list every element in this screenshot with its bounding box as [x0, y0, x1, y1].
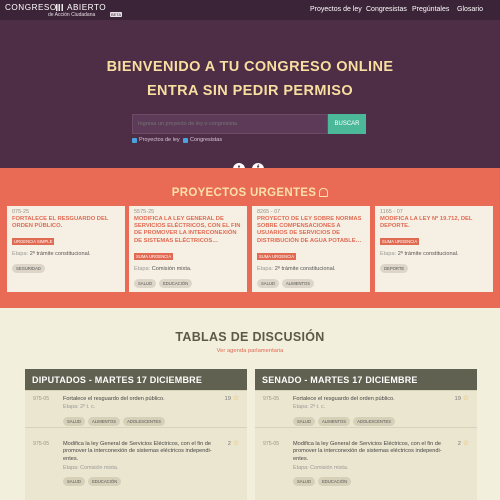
- row-count: 2: [227, 441, 231, 447]
- card-code: 8265 - 07: [257, 209, 281, 215]
- table-row[interactable]: 975-05 Modifica la ley General de Servic…: [255, 427, 477, 500]
- card-stage: Etapa: 2º trámite constitucional.: [380, 251, 459, 258]
- tag[interactable]: SEGURIDAD: [12, 264, 45, 274]
- tag[interactable]: EDUCACIÓN: [87, 477, 122, 486]
- card-title[interactable]: MODIFICA LA LEY GENERAL DE SERVICIOS ELÉ…: [134, 216, 242, 245]
- urgency-badge: SUMA URGENCIA: [257, 252, 297, 260]
- star-icon[interactable]: ☆: [463, 439, 469, 447]
- checkbox-label: Congresistas: [190, 137, 223, 143]
- tag[interactable]: SALUD: [134, 278, 156, 288]
- top-navbar: CONGRESO ABIERTO de Acción Ciudadana BET…: [0, 0, 500, 20]
- table-row[interactable]: 975-05 Fortalece el resguardo del orden …: [25, 390, 247, 427]
- nav-item-glosario[interactable]: Glosario: [457, 6, 483, 13]
- nav-item-congresistas[interactable]: Congresistas: [366, 6, 407, 13]
- card-code: 075-25: [12, 209, 30, 215]
- card-title[interactable]: PROYECTO DE LEY SOBRE NORMAS SOBRE COMPE…: [257, 216, 365, 245]
- urgent-heading: PROYECTOS URGENTES: [0, 187, 500, 199]
- row-title[interactable]: Modifica la ley General de Servicios Elé…: [63, 441, 223, 463]
- row-code: 975-05: [33, 441, 50, 447]
- urgent-title: PROYECTOS URGENTES: [171, 187, 317, 199]
- panel-senado: SENADO - MARTES 17 DICIEMBRE 975-05 Fort…: [255, 369, 477, 500]
- logo-word-congreso: CONGRESO: [5, 3, 57, 12]
- tag[interactable]: EDUCACIÓN: [317, 477, 352, 486]
- tag[interactable]: SALUD: [63, 477, 85, 486]
- card-code: 1165 - 07: [380, 209, 403, 215]
- agenda-link[interactable]: Ver agenda parlamentaria: [0, 348, 500, 354]
- row-stage: Etapa: 2º t. c.: [293, 404, 326, 410]
- tag[interactable]: SALUD: [293, 417, 315, 426]
- hero-title-2: ENTRA SIN PEDIR PERMISO: [146, 83, 354, 99]
- search-button[interactable]: BUSCAR: [328, 114, 366, 134]
- star-icon[interactable]: ☆: [233, 439, 239, 447]
- row-code: 975-05: [263, 396, 280, 402]
- row-code: 975-05: [33, 396, 50, 402]
- row-code: 975-05: [263, 441, 280, 447]
- tag[interactable]: ADOLESCENTES: [123, 417, 166, 426]
- row-title[interactable]: Fortalece el resguardo del orden público…: [293, 396, 453, 403]
- card-stage: Etapa: 2º trámite constitucional.: [257, 265, 336, 272]
- urgency-badge: SUMA URGENCIA: [134, 252, 174, 260]
- card-stage: Etapa: Comisión mixta.: [134, 265, 192, 272]
- tables-title: TABLAS DE DISCUSIÓN: [175, 330, 325, 344]
- row-stage: Etapa: Comisión mixta.: [63, 465, 119, 471]
- checkbox-checked-icon: [132, 137, 137, 143]
- tag[interactable]: ALIMENTOS: [281, 278, 315, 288]
- bell-icon: [319, 188, 329, 197]
- nav-item-preguntales[interactable]: Pregúntales: [412, 6, 449, 13]
- hero-title-1: BIENVENIDO A TU CONGRESO ONLINE: [106, 59, 394, 75]
- panel-heading: SENADO - MARTES 17 DICIEMBRE: [255, 369, 477, 390]
- row-count: 19: [224, 396, 231, 402]
- card-title[interactable]: FORTALECE EL RESGUARDO DEL ORDEN PÚBLICO…: [12, 216, 120, 230]
- urgent-card[interactable]: 1165 - 07 MODIFICA LA LEY Nº 19.712, DEL…: [375, 206, 493, 292]
- tag[interactable]: ALIMENTOS: [317, 417, 351, 426]
- tag[interactable]: EDUCACIÓN: [158, 278, 193, 288]
- site-logo[interactable]: CONGRESO ABIERTO de Acción Ciudadana BET…: [5, 3, 123, 18]
- urgency-badge: URGENCIA SIMPLE: [12, 238, 55, 246]
- tag[interactable]: ALIMENTOS: [87, 417, 121, 426]
- row-count: 2: [457, 441, 461, 447]
- checkbox-label: Proyectos de ley: [139, 137, 180, 143]
- checkbox-congresistas[interactable]: Congresistas: [183, 137, 222, 143]
- table-row[interactable]: 975-05 Fortalece el resguardo del orden …: [255, 390, 477, 427]
- checkbox-proyectos[interactable]: Proyectos de ley: [132, 137, 180, 143]
- card-code: 5575-25: [134, 209, 155, 215]
- row-stage: Etapa: 2º t. c.: [63, 404, 96, 410]
- search-input[interactable]: [132, 114, 328, 134]
- tag[interactable]: SALUD: [257, 278, 279, 288]
- row-title[interactable]: Fortalece el resguardo del orden público…: [63, 396, 223, 403]
- card-title[interactable]: MODIFICA LA LEY Nº 19.712, DEL DEPORTE.: [380, 216, 488, 230]
- card-stage: Etapa: 2º trámite constitucional.: [12, 251, 91, 258]
- row-title[interactable]: Modifica la ley General de Servicios Elé…: [293, 441, 453, 463]
- tag[interactable]: ADOLESCENTES: [353, 417, 396, 426]
- tag[interactable]: SALUD: [63, 417, 85, 426]
- urgent-card[interactable]: 8265 - 07 PROYECTO DE LEY SOBRE NORMAS S…: [252, 206, 370, 292]
- row-stage: Etapa: Comisión mixta.: [293, 465, 349, 471]
- tag[interactable]: DEPORTE: [380, 264, 409, 274]
- hero-section: BIENVENIDO A TU CONGRESO ONLINE ENTRA SI…: [0, 20, 500, 175]
- table-row[interactable]: 975-05 Modifica la ley General de Servic…: [25, 427, 247, 500]
- logo-subtitle: de Acción Ciudadana: [48, 12, 96, 18]
- logo-building-icon: [56, 4, 64, 11]
- urgent-card[interactable]: 5575-25 MODIFICA LA LEY GENERAL DE SERVI…: [129, 206, 247, 292]
- panel-heading: DIPUTADOS - MARTES 17 DICIEMBRE: [25, 369, 247, 390]
- urgency-badge: SUMA URGENCIA: [380, 238, 420, 246]
- panel-diputados: DIPUTADOS - MARTES 17 DICIEMBRE 975-05 F…: [25, 369, 247, 500]
- star-icon[interactable]: ☆: [233, 394, 239, 402]
- beta-badge: BETA: [110, 12, 123, 17]
- star-icon[interactable]: ☆: [463, 394, 469, 402]
- row-count: 19: [454, 396, 461, 402]
- checkbox-checked-icon: [183, 137, 188, 143]
- nav-item-proyectos[interactable]: Proyectos de ley: [310, 6, 362, 13]
- urgent-card[interactable]: 075-25 FORTALECE EL RESGUARDO DEL ORDEN …: [7, 206, 125, 292]
- tag[interactable]: SALUD: [293, 477, 315, 486]
- logo-word-abierto: ABIERTO: [67, 3, 107, 12]
